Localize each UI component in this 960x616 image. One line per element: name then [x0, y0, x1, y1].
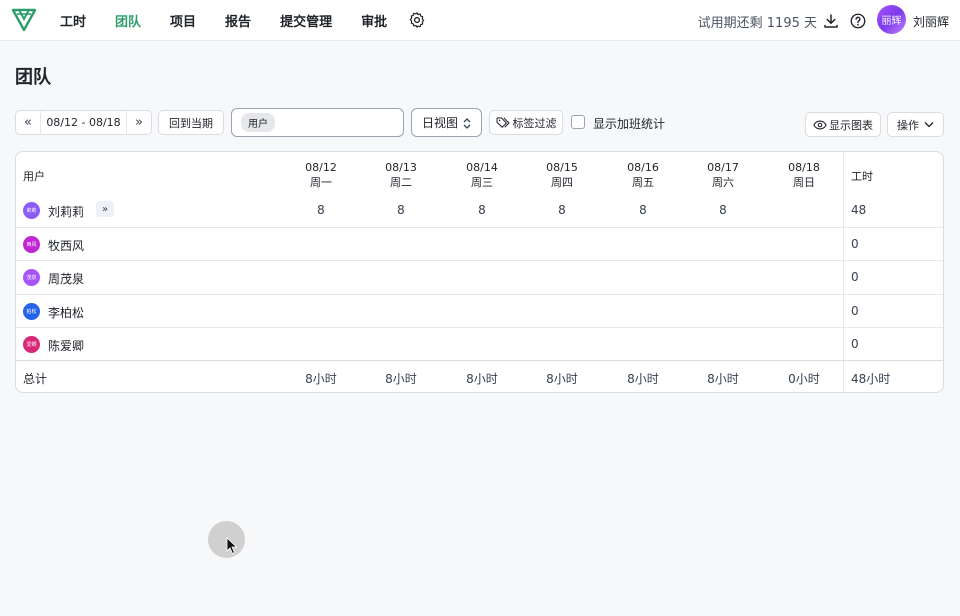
day-total: 8小时 [627, 372, 659, 386]
show-chart-label: 显示图表 [829, 118, 873, 132]
grand-total: 48小时 [851, 372, 891, 386]
nav-item-projects[interactable]: 项目 [170, 11, 196, 30]
hours-cell[interactable]: 8 [371, 203, 431, 217]
date-range-navigator: « 08/12 - 08/18 » [15, 110, 152, 135]
tag-filter-label: 标签过滤 [512, 116, 557, 130]
user-avatar[interactable]: 丽辉 [877, 5, 906, 34]
day-date: 08/18 [788, 161, 820, 174]
day-weekday: 周三 [471, 176, 493, 189]
settings-gear-icon[interactable] [408, 11, 426, 29]
eye-icon [813, 120, 827, 129]
day-date: 08/13 [385, 161, 417, 174]
actions-menu-button[interactable]: 操作 [887, 112, 944, 137]
user-filter-input[interactable]: 用户 [231, 108, 404, 137]
chevron-up-down-icon [463, 118, 471, 129]
tag-filter-button[interactable]: 标签过滤 [489, 110, 563, 135]
day-header: 08/15 周四 [532, 160, 592, 190]
day-weekday: 周四 [551, 176, 573, 189]
view-mode-value: 日视图 [422, 116, 459, 130]
day-weekday: 周二 [390, 176, 412, 189]
date-range-label[interactable]: 08/12 - 08/18 [40, 111, 127, 134]
totals-label: 总计 [23, 372, 48, 386]
nav-item-reports[interactable]: 报告 [225, 11, 251, 30]
actions-label: 操作 [897, 118, 919, 132]
day-header: 08/13 周二 [371, 160, 431, 190]
totals-row: 总计 8小时 8小时 8小时 8小时 8小时 8小时 0小时 48小时 [16, 360, 943, 392]
hours-column-header: 工时 [851, 170, 873, 183]
overtime-checkbox-label: 显示加班统计 [593, 117, 666, 131]
user-filter-chip[interactable]: 用户 [241, 113, 275, 132]
hours-cell[interactable]: 8 [693, 203, 753, 217]
app-logo[interactable] [11, 8, 37, 32]
mouse-pointer-icon [226, 537, 238, 555]
row-total: 0 [851, 270, 859, 284]
row-user-name: 李柏松 [48, 306, 85, 320]
show-chart-button[interactable]: 显示图表 [805, 112, 881, 137]
avatar: 爱卿 [23, 336, 40, 353]
row-total: 48 [851, 203, 867, 217]
day-total: 8小时 [466, 372, 498, 386]
team-hours-table: 用户 08/12 周一 08/13 周二 08/14 周三 08/15 周四 08/16… [15, 151, 944, 393]
help-icon[interactable] [849, 12, 867, 30]
day-weekday: 周五 [632, 176, 654, 189]
next-week-icon[interactable]: » [127, 111, 151, 134]
nav-item-team[interactable]: 团队 [115, 11, 141, 30]
hours-cell[interactable]: 8 [532, 203, 592, 217]
day-date: 08/14 [466, 161, 498, 174]
nav-item-hours[interactable]: 工时 [60, 11, 86, 30]
day-total: 8小时 [707, 372, 739, 386]
day-header: 08/17 周六 [693, 160, 753, 190]
hours-cell[interactable]: 8 [613, 203, 673, 217]
row-user-name: 周茂泉 [48, 272, 85, 286]
chevron-down-icon [924, 122, 934, 128]
nav-item-submissions[interactable]: 提交管理 [280, 11, 332, 30]
table-row: 茂泉 周茂泉 0 [16, 260, 943, 293]
previous-week-icon[interactable]: « [16, 111, 40, 134]
day-date: 08/15 [546, 161, 578, 174]
table-row: 西风 牧西风 0 [16, 227, 943, 260]
day-weekday: 周一 [310, 176, 332, 189]
day-header: 08/12 周一 [291, 160, 351, 190]
hours-cell[interactable]: 8 [291, 203, 351, 217]
day-total: 8小时 [305, 372, 337, 386]
hours-cell[interactable]: 8 [452, 203, 512, 217]
avatar: 西风 [23, 236, 40, 253]
day-total: 8小时 [546, 372, 578, 386]
day-date: 08/12 [305, 161, 337, 174]
day-total: 0小时 [788, 372, 820, 386]
day-weekday: 周六 [712, 176, 734, 189]
day-total: 8小时 [385, 372, 417, 386]
day-weekday: 周日 [793, 176, 815, 189]
day-date: 08/16 [627, 161, 659, 174]
avatar: 莉莉 [23, 202, 40, 219]
row-total: 0 [851, 237, 859, 251]
table-row: 莉莉 刘莉莉 » 8 8 8 8 8 8 48 [16, 194, 943, 227]
table-row: 爱卿 陈爱卿 0 [16, 327, 943, 360]
download-icon[interactable] [822, 12, 840, 30]
day-date: 08/17 [707, 161, 739, 174]
row-user-name: 刘莉莉 [48, 205, 85, 219]
day-header: 08/18 周日 [774, 160, 834, 190]
table-row: 柏松 李柏松 0 [16, 294, 943, 327]
expand-row-button[interactable]: » [96, 201, 114, 217]
avatar: 柏松 [23, 303, 40, 320]
user-name[interactable]: 刘丽辉 [913, 13, 949, 30]
current-period-button[interactable]: 回到当期 [158, 110, 224, 135]
row-user-name: 牧西风 [48, 239, 85, 253]
top-bar: 工时 团队 项目 报告 提交管理 审批 试用期还剩 1195 天 丽辉 刘丽辉 [0, 0, 960, 41]
row-total: 0 [851, 337, 859, 351]
row-total: 0 [851, 304, 859, 318]
main-nav: 工时 团队 项目 报告 提交管理 审批 [60, 0, 416, 41]
page-title: 团队 [15, 67, 51, 88]
day-header: 08/16 周五 [613, 160, 673, 190]
user-column-header: 用户 [23, 170, 45, 183]
nav-item-approvals[interactable]: 审批 [361, 11, 387, 30]
overtime-checkbox[interactable] [571, 115, 585, 129]
tag-icon [495, 116, 510, 128]
day-header: 08/14 周三 [452, 160, 512, 190]
view-mode-select[interactable]: 日视图 [411, 108, 482, 137]
avatar: 茂泉 [23, 269, 40, 286]
trial-remaining-text: 试用期还剩 1195 天 [697, 16, 817, 31]
row-user-name: 陈爱卿 [48, 339, 85, 353]
